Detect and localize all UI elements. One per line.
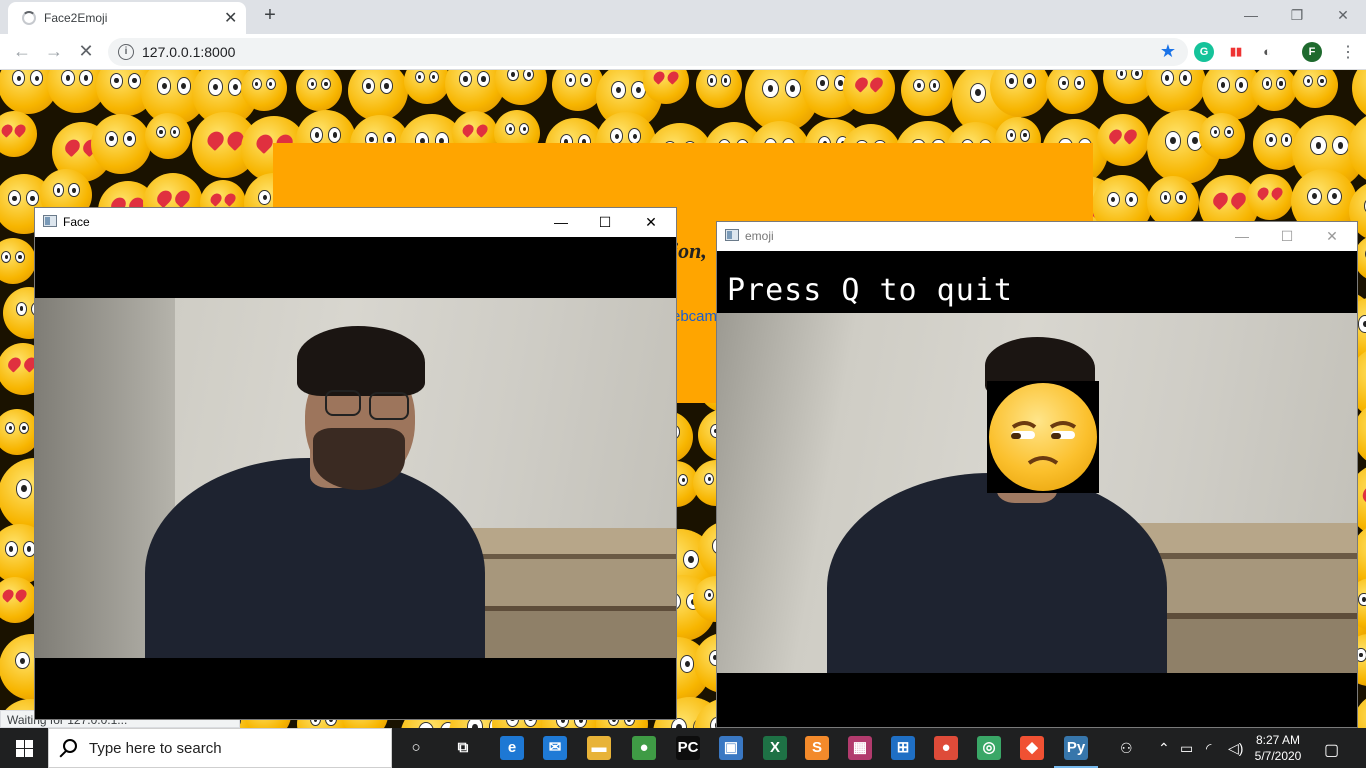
page-link-fragment[interactable]: ebcam bbox=[672, 308, 717, 325]
face-window[interactable]: Face — ☐ ✕ bbox=[34, 207, 677, 720]
pycharm-icon[interactable]: PC bbox=[676, 736, 700, 760]
emoji-window-title: emoji bbox=[745, 229, 774, 243]
emoji-wallpaper-icon bbox=[1292, 70, 1339, 108]
emoji-minimize-button[interactable]: — bbox=[1227, 226, 1257, 246]
webcam-frame bbox=[717, 313, 1357, 673]
emoji-wallpaper-icon bbox=[296, 70, 343, 112]
emoji-wallpaper-icon bbox=[0, 111, 37, 158]
emoji-window-titlebar[interactable]: emoji — ☐ ✕ bbox=[717, 222, 1357, 251]
emoji-wallpaper-icon bbox=[403, 70, 450, 105]
back-button[interactable]: ← bbox=[10, 40, 34, 64]
emoji-wallpaper-icon bbox=[1251, 70, 1298, 111]
loading-spinner-icon bbox=[22, 11, 36, 25]
emoji-wallpaper-icon bbox=[144, 113, 191, 160]
emoji-overlay bbox=[987, 381, 1099, 493]
window-app-icon bbox=[725, 229, 739, 241]
emoji-maximize-button[interactable]: ☐ bbox=[1272, 226, 1302, 246]
profile-avatar[interactable]: F bbox=[1302, 42, 1322, 62]
taskbar-clock[interactable]: 8:27 AM 5/7/2020 bbox=[1250, 732, 1306, 764]
grammarly-extension-icon[interactable]: G bbox=[1194, 42, 1214, 62]
windows-taskbar: Type here to search ⚇ ⌃ ▭ ◜ ◁) 8:27 AM 5… bbox=[0, 728, 1366, 768]
face-window-titlebar[interactable]: Face — ☐ ✕ bbox=[35, 208, 676, 237]
tab-close-button[interactable]: ✕ bbox=[224, 8, 237, 28]
cortana-icon[interactable]: ○ bbox=[404, 736, 428, 760]
winrar-icon[interactable]: ▦ bbox=[848, 736, 872, 760]
browser-tab-strip: Face2Emoji ✕ + — ❐ ✕ bbox=[0, 0, 1366, 34]
emoji-wallpaper-icon bbox=[0, 576, 38, 623]
python-icon[interactable]: Py bbox=[1054, 736, 1098, 768]
emoji-window[interactable]: emoji — ☐ ✕ Press Q to quit bbox=[716, 221, 1358, 728]
browser-tab[interactable]: Face2Emoji ✕ bbox=[8, 2, 246, 34]
excel-icon[interactable]: X bbox=[763, 736, 787, 760]
wifi-icon[interactable]: ◜ bbox=[1206, 740, 1211, 757]
chrome-profile-icon[interactable]: ● bbox=[632, 736, 656, 760]
file-explorer-icon[interactable]: ▬ bbox=[587, 736, 611, 760]
emoji-wallpaper-icon bbox=[90, 113, 151, 174]
browser-minimize-button[interactable]: — bbox=[1228, 4, 1274, 28]
emoji-wallpaper-icon bbox=[1146, 70, 1207, 114]
mail-icon[interactable]: ✉ bbox=[543, 736, 567, 760]
forward-button[interactable]: → bbox=[42, 40, 66, 64]
emoji-wallpaper-icon bbox=[695, 70, 742, 108]
browser-close-button[interactable]: ✕ bbox=[1320, 4, 1366, 28]
new-tab-button[interactable]: + bbox=[258, 4, 282, 27]
face-maximize-button[interactable]: ☐ bbox=[590, 212, 620, 232]
remote-desktop-icon[interactable]: ▣ bbox=[719, 736, 743, 760]
people-icon[interactable]: ⚇ bbox=[1120, 740, 1133, 757]
unamused-face-icon bbox=[989, 383, 1097, 491]
emoji-wallpaper-icon bbox=[1199, 113, 1246, 160]
battery-icon[interactable]: ▭ bbox=[1180, 740, 1193, 757]
face-close-button[interactable]: ✕ bbox=[636, 212, 666, 232]
webcam-frame bbox=[35, 298, 676, 658]
stop-loading-button[interactable]: ✕ bbox=[74, 40, 98, 64]
task-view-icon[interactable]: ⧉ bbox=[451, 736, 475, 760]
address-bar[interactable]: i 127.0.0.1:8000 ★ bbox=[108, 38, 1188, 66]
taskbar-search-box[interactable]: Type here to search bbox=[48, 728, 392, 768]
tray-expand-icon[interactable]: ⌃ bbox=[1158, 740, 1170, 757]
emoji-close-button[interactable]: ✕ bbox=[1317, 226, 1347, 246]
tab-title: Face2Emoji bbox=[44, 11, 108, 25]
quit-instruction: Press Q to quit bbox=[727, 273, 1013, 308]
action-center-icon[interactable]: ▢ bbox=[1324, 740, 1339, 760]
emoji-wallpaper-icon bbox=[347, 70, 408, 122]
volume-icon[interactable]: ◁) bbox=[1228, 740, 1243, 757]
browser-restore-button[interactable]: ❐ bbox=[1274, 4, 1320, 28]
search-icon bbox=[63, 739, 77, 753]
clock-date: 5/7/2020 bbox=[1254, 749, 1302, 763]
emoji-wallpaper-icon bbox=[1352, 70, 1366, 122]
git-icon[interactable]: ◆ bbox=[1020, 736, 1044, 760]
address-bar-url[interactable]: 127.0.0.1:8000 bbox=[142, 44, 235, 60]
emoji-wallpaper-icon bbox=[1045, 70, 1098, 114]
emoji-window-canvas: Press Q to quit bbox=[717, 251, 1357, 727]
emoji-wallpaper-icon bbox=[0, 237, 37, 284]
taskbar-search-placeholder: Type here to search bbox=[89, 740, 222, 757]
face-minimize-button[interactable]: — bbox=[546, 212, 576, 232]
window-app-icon bbox=[43, 215, 57, 227]
color-picker-extension-icon[interactable]: ▮▮ bbox=[1226, 42, 1246, 62]
emoji-wallpaper-icon bbox=[1097, 114, 1150, 167]
start-button[interactable] bbox=[0, 728, 48, 768]
browser-menu-icon[interactable]: ⋮ bbox=[1340, 42, 1356, 62]
site-info-icon[interactable]: i bbox=[118, 44, 134, 60]
emoji-wallpaper-icon bbox=[494, 70, 547, 106]
page-heading-fragment: ion, bbox=[672, 238, 707, 263]
browser-toolbar: ← → ✕ i 127.0.0.1:8000 ★ G ▮▮ ◐ F ⋮ bbox=[0, 34, 1366, 70]
maps-icon[interactable]: ◎ bbox=[977, 736, 1001, 760]
face-window-title: Face bbox=[63, 215, 90, 229]
chrome-icon[interactable]: ● bbox=[934, 736, 958, 760]
bookmark-star-icon[interactable]: ★ bbox=[1160, 41, 1176, 62]
edge-icon[interactable]: e bbox=[500, 736, 524, 760]
emoji-wallpaper-icon bbox=[1246, 174, 1293, 221]
store-icon[interactable]: ⊞ bbox=[891, 736, 915, 760]
clock-time: 8:27 AM bbox=[1255, 733, 1301, 747]
emoji-wallpaper-icon bbox=[843, 70, 896, 115]
emoji-wallpaper-icon bbox=[900, 70, 953, 117]
emoji-wallpaper-icon bbox=[990, 70, 1051, 117]
emoji-wallpaper-icon bbox=[240, 70, 287, 112]
sublime-icon[interactable]: S bbox=[805, 736, 829, 760]
incognito-extension-icon[interactable]: ◐ bbox=[1257, 42, 1277, 62]
face-window-canvas bbox=[35, 237, 676, 719]
